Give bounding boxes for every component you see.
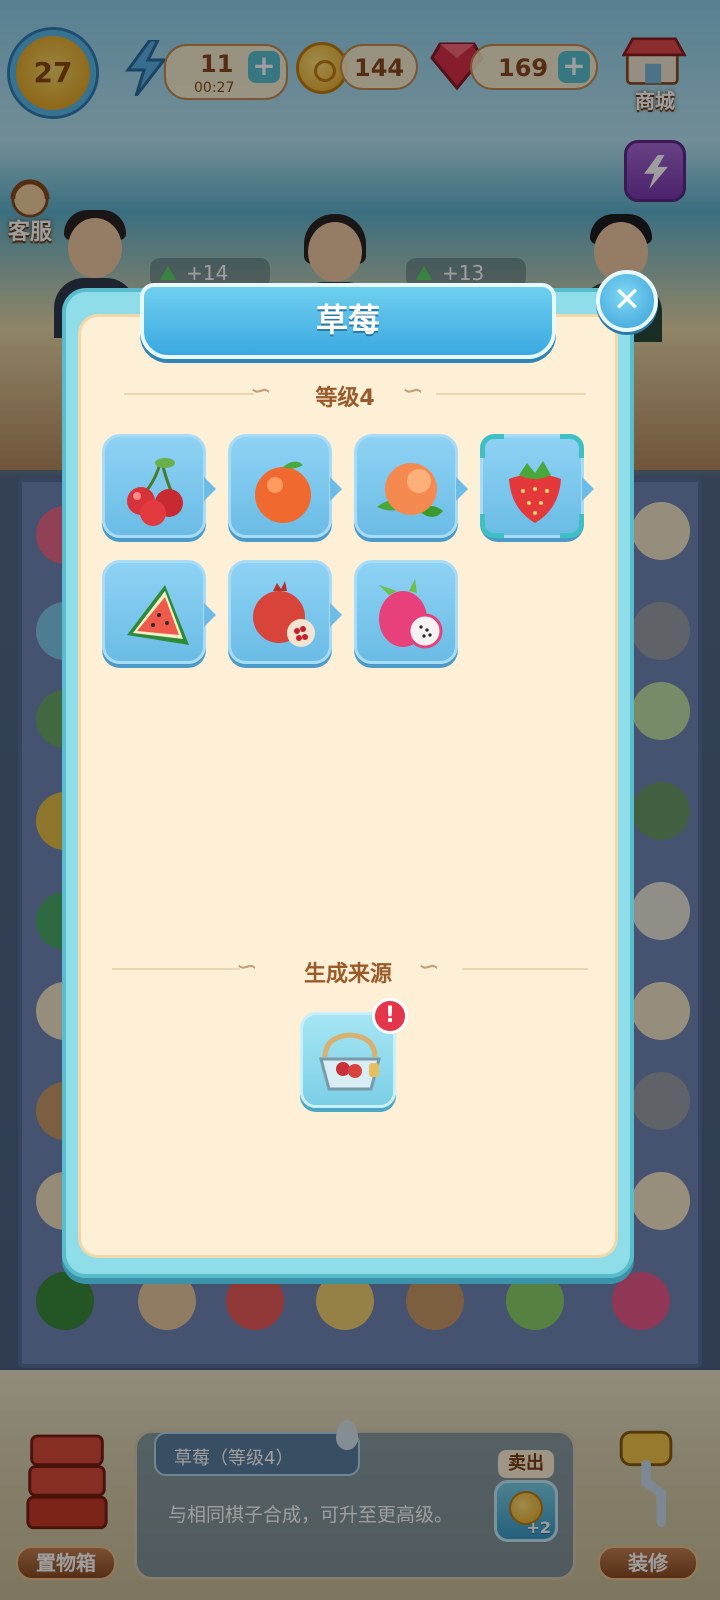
swirl-ornament-icon: ∽ (402, 376, 424, 406)
swirl-ornament-icon: ∽ (250, 376, 272, 406)
level-divider-left (124, 393, 254, 395)
swirl-ornament-icon: ∽ (236, 952, 258, 982)
dialog-title-banner: 草莓 (140, 283, 556, 359)
level-heading: 等级4 (315, 386, 375, 411)
source-divider-left (112, 968, 240, 970)
chain-item-orange[interactable] (228, 434, 342, 538)
alert-badge-icon: ! (372, 998, 408, 1034)
chain-item-pomegranate[interactable] (228, 560, 342, 664)
chain-item-peach[interactable] (354, 434, 468, 538)
cherry-icon (127, 458, 183, 526)
pomegranate-icon (253, 581, 315, 647)
level-divider-right (436, 393, 586, 395)
watermelon-icon (127, 585, 189, 645)
selection-corner (480, 434, 504, 458)
source-heading: 生成来源 (303, 962, 392, 987)
chain-item-watermelon[interactable] (102, 560, 216, 664)
close-icon: ✕ (612, 280, 642, 320)
close-button[interactable]: ✕ (596, 270, 658, 332)
dragon-fruit-icon (379, 579, 443, 649)
chain-item-strawberry[interactable] (480, 434, 594, 538)
fruit-basket-icon (319, 1032, 381, 1091)
swirl-ornament-icon: ∽ (418, 952, 440, 982)
orange-icon (255, 461, 311, 523)
chain-item-dragon-fruit[interactable] (354, 560, 458, 664)
source-divider-right (462, 968, 588, 970)
chain-item-cherry[interactable] (102, 434, 216, 538)
dialog-title: 草莓 (315, 301, 380, 339)
peach-icon (377, 463, 443, 517)
